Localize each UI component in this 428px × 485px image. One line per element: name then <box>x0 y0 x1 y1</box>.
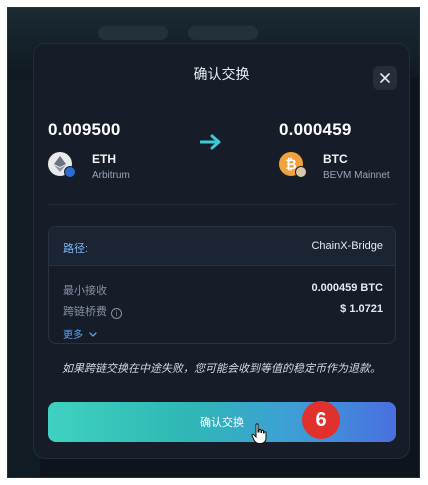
route-details-box: 路径: ChainX-Bridge 最小接收 0.000459 BTC 跨链桥费… <box>48 226 396 344</box>
route-value: ChainX-Bridge <box>311 240 383 252</box>
confirm-swap-label: 确认交换 <box>200 417 244 429</box>
min-receive-label: 最小接收 <box>63 285 107 297</box>
background-blob <box>188 26 258 40</box>
failure-notice: 如果跨链交换在中途失败，您可能会收到等值的稳定币作为退款。 <box>62 363 381 375</box>
to-network: BEVM Mainnet <box>323 170 390 181</box>
close-icon <box>380 73 390 83</box>
arbitrum-icon <box>64 166 76 178</box>
confirm-swap-button[interactable]: 确认交换 <box>48 402 396 442</box>
chevron-down-icon <box>89 332 97 337</box>
more-toggle[interactable]: 更多 <box>63 326 97 341</box>
from-network: Arbitrum <box>92 170 130 181</box>
confirm-swap-modal: 确认交换 0.009500 0.000459 ETH Arbitrum ₿ BT… <box>33 43 410 459</box>
bridge-fee-value: $ 1.0721 <box>340 303 383 315</box>
bevm-icon <box>295 166 307 178</box>
more-label: 更多 <box>63 330 83 341</box>
route-label: 路径: <box>63 243 89 255</box>
step-number-badge: 6 <box>302 401 340 439</box>
divider <box>49 265 395 266</box>
arrow-right-icon <box>200 134 221 150</box>
bridge-fee-label-row: 跨链桥费 i <box>63 303 122 319</box>
background-blob <box>98 26 168 40</box>
hand-cursor-icon <box>251 423 267 444</box>
modal-title: 确认交换 <box>193 66 250 82</box>
close-button[interactable] <box>373 66 397 90</box>
to-symbol: BTC <box>323 152 348 166</box>
min-receive-value: 0.000459 BTC <box>311 282 383 294</box>
to-amount: 0.000459 <box>279 120 352 139</box>
from-amount: 0.009500 <box>48 120 121 139</box>
info-icon[interactable]: i <box>111 308 122 319</box>
bridge-fee-label: 跨链桥费 <box>63 306 107 318</box>
from-symbol: ETH <box>92 152 116 166</box>
eth-icon <box>48 152 76 178</box>
btc-icon: ₿ <box>279 152 307 178</box>
divider <box>48 204 395 205</box>
